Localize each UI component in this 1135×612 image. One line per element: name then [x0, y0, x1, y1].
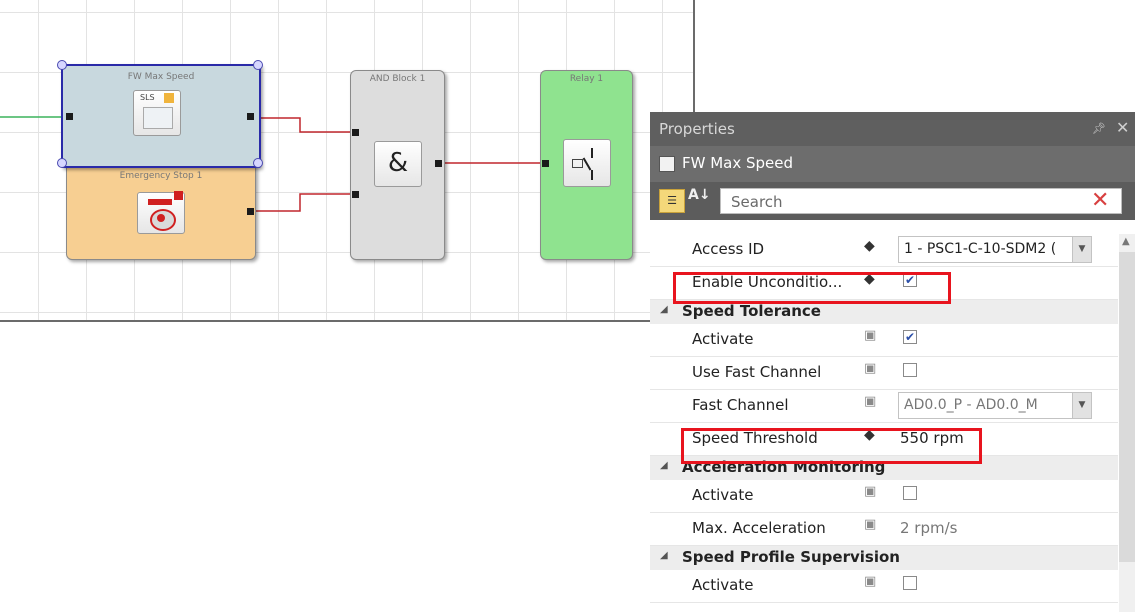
close-icon[interactable]: ✕: [1116, 118, 1129, 137]
collapse-arrow-icon[interactable]: ◢: [660, 304, 668, 315]
search-input[interactable]: [729, 191, 1063, 213]
and-symbol: &: [387, 148, 409, 178]
use-fast-channel-label: Use Fast Channel: [692, 363, 822, 381]
and-block-title: AND Block 1: [369, 74, 426, 84]
scrollbar-thumb[interactable]: [1119, 252, 1135, 562]
fw-max-speed-output-port[interactable]: [247, 113, 254, 120]
row-fast-channel: Fast Channel ▣ AD0.0_P - AD0.0_M ▼: [650, 390, 1118, 423]
and-input-port-2[interactable]: [352, 191, 359, 198]
collapse-arrow-icon[interactable]: ◢: [660, 460, 668, 471]
selected-object-name: FW Max Speed: [682, 154, 794, 172]
acceleration-activate-checkbox[interactable]: [903, 486, 917, 500]
collapse-arrow-icon[interactable]: ◢: [660, 550, 668, 561]
emergency-stop-icon: [137, 191, 185, 234]
relay-icon: [563, 139, 611, 187]
fw-max-speed-input-port[interactable]: [66, 113, 73, 120]
profile-activate-checkbox[interactable]: [903, 576, 917, 590]
highlight-enable-unconditional: [673, 272, 951, 304]
sls-label: SLS: [140, 93, 155, 102]
fast-channel-value: AD0.0_P - AD0.0_M: [904, 397, 1038, 413]
selection-handle-bl[interactable]: [57, 158, 67, 168]
relay-title: Relay 1: [569, 74, 604, 84]
and-output-port[interactable]: [435, 160, 442, 167]
chevron-down-icon[interactable]: ▼: [1072, 393, 1091, 418]
category-speed-profile-supervision[interactable]: ◢ Speed Profile Supervision: [650, 546, 1118, 570]
row-acceleration-activate: Activate ▣: [650, 480, 1118, 513]
unbound-square-icon: ▣: [864, 574, 877, 589]
row-profile-activate: Activate ▣: [650, 570, 1118, 603]
selection-handle-br[interactable]: [253, 158, 263, 168]
properties-title: Properties: [659, 120, 735, 138]
search-box: ✕: [720, 188, 1122, 214]
highlight-speed-threshold: [681, 428, 982, 464]
emergency-stop-output-port[interactable]: [247, 208, 254, 215]
max-acceleration-label: Max. Acceleration: [692, 519, 826, 537]
pin-icon[interactable]: 📌︎: [1092, 122, 1106, 135]
unbound-square-icon: ▣: [864, 394, 877, 409]
sls-icon: SLS: [133, 90, 181, 136]
speed-profile-supervision-header: Speed Profile Supervision: [682, 548, 900, 566]
relay-block[interactable]: Relay 1: [540, 70, 633, 260]
access-id-label: Access ID: [692, 240, 765, 258]
fw-max-speed-block[interactable]: FW Max Speed SLS: [57, 60, 263, 168]
and-input-port-1[interactable]: [352, 129, 359, 136]
wire-es-to-and: [252, 193, 352, 212]
unbound-square-icon: ▣: [864, 484, 877, 499]
and-block[interactable]: AND Block 1 &: [350, 70, 445, 260]
row-use-fast-channel: Use Fast Channel ▣: [650, 357, 1118, 390]
vertical-scrollbar[interactable]: ▲: [1119, 234, 1135, 612]
access-id-dropdown[interactable]: 1 - PSC1-C-10-SDM2 ( ▼: [898, 236, 1092, 263]
categorized-view-button[interactable]: ☰: [659, 189, 685, 213]
scroll-up-icon[interactable]: ▲: [1122, 236, 1130, 247]
unbound-square-icon: ▣: [864, 361, 877, 376]
emergency-stop-title: Emergency Stop 1: [119, 171, 203, 181]
max-acceleration-value[interactable]: 2 rpm/s: [900, 519, 957, 537]
clear-search-icon[interactable]: ✕: [1091, 188, 1109, 213]
sls-small-icon: [659, 156, 675, 172]
row-max-acceleration: Max. Acceleration ▣ 2 rpm/s: [650, 513, 1118, 546]
activate-label: Activate: [692, 330, 754, 348]
fast-channel-dropdown[interactable]: AD0.0_P - AD0.0_M ▼: [898, 392, 1092, 419]
alphabetical-sort-button[interactable]: A↓: [688, 187, 711, 203]
activate-label: Activate: [692, 576, 754, 594]
selection-handle-tr[interactable]: [253, 60, 263, 70]
selected-object-bar: FW Max Speed: [650, 146, 1135, 182]
unbound-square-icon: ▣: [864, 517, 877, 532]
relay-input-port[interactable]: [542, 160, 549, 167]
selection-handle-tl[interactable]: [57, 60, 67, 70]
fw-max-speed-title: FW Max Speed: [127, 72, 195, 82]
fast-channel-label: Fast Channel: [692, 396, 789, 414]
row-access-id: Access ID ◆ 1 - PSC1-C-10-SDM2 ( ▼: [650, 234, 1118, 267]
speed-tolerance-header: Speed Tolerance: [682, 302, 821, 320]
use-fast-channel-checkbox[interactable]: [903, 363, 917, 377]
speed-tolerance-activate-checkbox[interactable]: ✔: [903, 330, 917, 344]
properties-panel: Properties 📌︎ ✕ FW Max Speed ☰ A↓ ✕ Acce…: [650, 112, 1135, 612]
row-speed-tolerance-activate: Activate ▣ ✔: [650, 324, 1118, 357]
wire-fw-to-and: [252, 117, 352, 133]
logic-canvas[interactable]: Emergency Stop 1 FW Max Speed SLS AND Bl…: [0, 0, 695, 322]
unbound-square-icon: ▣: [864, 328, 877, 343]
and-icon: &: [374, 141, 422, 187]
access-id-value: 1 - PSC1-C-10-SDM2 (: [904, 241, 1057, 257]
activate-label: Activate: [692, 486, 754, 504]
properties-header: Properties 📌︎ ✕: [650, 112, 1135, 146]
bound-diamond-icon: ◆: [864, 238, 875, 254]
emergency-stop-block[interactable]: Emergency Stop 1: [66, 160, 256, 260]
properties-toolbar: ☰ A↓ ✕: [650, 182, 1135, 220]
chevron-down-icon[interactable]: ▼: [1072, 237, 1091, 262]
